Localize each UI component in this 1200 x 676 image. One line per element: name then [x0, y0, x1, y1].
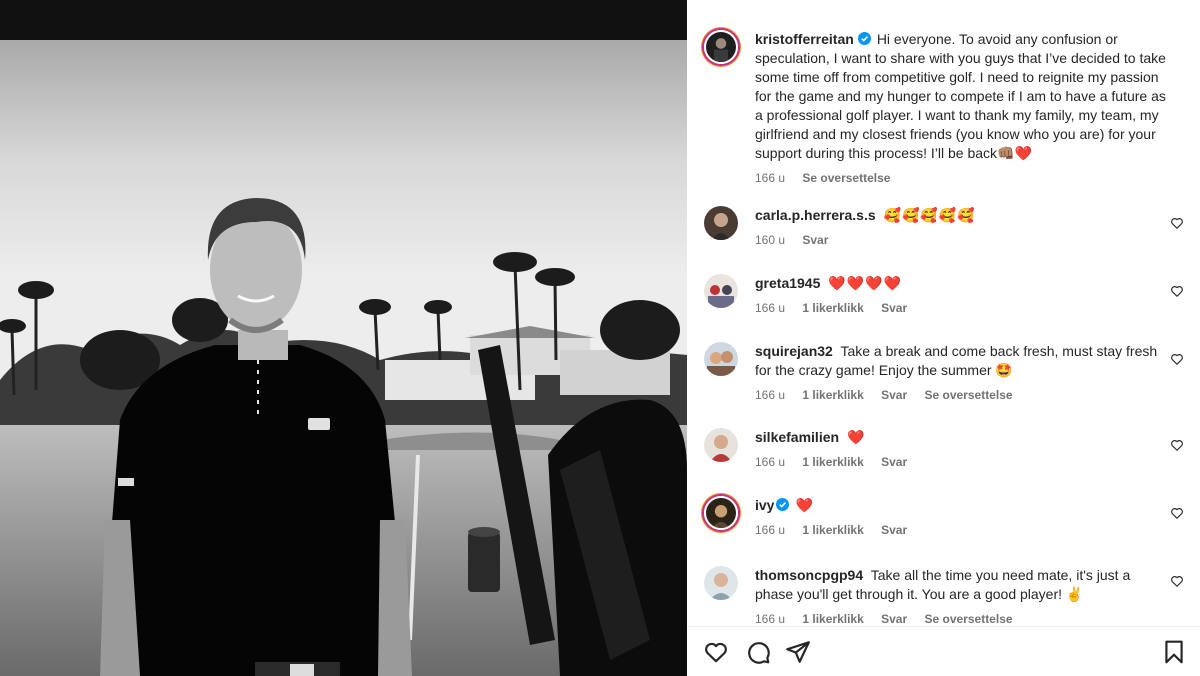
post-action-bar [687, 626, 1200, 676]
comment-time[interactable]: 166 u [755, 455, 785, 469]
commenter-avatar-image [704, 342, 738, 376]
comment-username[interactable]: ivy [755, 497, 774, 513]
commenter-avatar[interactable] [704, 566, 738, 600]
comment-meta: 166 u 1 likerklikk Svar [755, 523, 1167, 537]
comment-like-button[interactable] [1170, 284, 1184, 298]
commenter-avatar[interactable] [704, 496, 738, 530]
comment-body: carla.p.herrera.s.s 🥰🥰🥰🥰🥰 160 u Svar [755, 206, 1167, 247]
comment-meta: 160 u Svar [755, 233, 1167, 247]
comment-username[interactable]: thomsoncpgp94 [755, 567, 863, 583]
share-icon [786, 641, 810, 663]
comment-time[interactable]: 166 u [755, 612, 785, 626]
verified-badge-icon [776, 498, 790, 511]
verified-badge-icon [857, 32, 871, 45]
comment-username[interactable]: greta1945 [755, 275, 820, 291]
commenter-avatar[interactable] [704, 206, 738, 240]
comment-text: 🥰🥰🥰🥰🥰 [883, 207, 976, 223]
comment-reply-link[interactable]: Svar [881, 612, 907, 626]
comment-reply-link[interactable]: Svar [881, 388, 907, 402]
comment-text: ❤️❤️❤️❤️ [828, 275, 903, 291]
comment-time[interactable]: 166 u [755, 301, 785, 315]
comment-likes-count[interactable]: 1 likerklikk [802, 523, 863, 537]
caption-translate-link[interactable]: Se oversettelse [802, 171, 890, 185]
comment-text: ❤️ [795, 497, 813, 513]
like-button[interactable] [703, 639, 729, 665]
commenter-avatar-image [706, 498, 736, 528]
comment-like-button[interactable] [1170, 506, 1184, 520]
heart-icon [1171, 218, 1183, 229]
commenter-avatar[interactable] [704, 428, 738, 462]
heart-icon [1171, 576, 1183, 587]
comment-body: greta1945 ❤️❤️❤️❤️ 166 u 1 likerklikk Sv… [755, 274, 1167, 315]
post-image [0, 0, 687, 676]
comment-username[interactable]: squirejan32 [755, 343, 833, 359]
comment-likes-count[interactable]: 1 likerklikk [802, 455, 863, 469]
comment-meta: 166 u 1 likerklikk Svar [755, 301, 1167, 315]
commenter-avatar-image [704, 566, 738, 600]
comment-text: ❤️ [846, 429, 865, 445]
comment-likes-count[interactable]: 1 likerklikk [802, 301, 863, 315]
comment-time[interactable]: 166 u [755, 523, 785, 537]
comment-body: squirejan32 Take a break and come back f… [755, 342, 1167, 402]
commenter-avatar-image [704, 428, 738, 462]
commenter-avatar[interactable] [704, 342, 738, 376]
author-avatar[interactable] [704, 30, 738, 64]
comment-like-button[interactable] [1170, 574, 1184, 588]
commenter-avatar-image [704, 274, 738, 308]
caption-meta: 166 u Se oversettelse [755, 171, 1167, 185]
heart-icon [1171, 354, 1183, 365]
comment-time[interactable]: 160 u [755, 233, 785, 247]
commenter-avatar-image [704, 206, 738, 240]
comment-time[interactable]: 166 u [755, 388, 785, 402]
caption-time[interactable]: 166 u [755, 171, 785, 185]
comment-translate-link[interactable]: Se oversettelse [924, 612, 1012, 626]
comment-button[interactable] [745, 639, 771, 665]
comment-reply-link[interactable]: Svar [802, 233, 828, 247]
heart-icon [705, 642, 727, 663]
comment-like-button[interactable] [1170, 352, 1184, 366]
save-button[interactable] [1161, 639, 1187, 665]
author-avatar-image [706, 32, 736, 62]
comment-reply-link[interactable]: Svar [881, 301, 907, 315]
comment-icon [748, 642, 770, 664]
heart-icon [1171, 440, 1183, 451]
comment-body: thomsoncpgp94 Take all the time you need… [755, 566, 1167, 626]
comments-scroll-area[interactable]: kristofferreitan Hi everyone. To avoid an… [687, 0, 1200, 626]
heart-icon [1171, 508, 1183, 519]
comment-meta: 166 u 1 likerklikk Svar [755, 455, 1167, 469]
comment-reply-link[interactable]: Svar [881, 455, 907, 469]
caption-text: Hi everyone. To avoid any confusion or s… [755, 31, 1166, 161]
bookmark-icon [1165, 640, 1183, 664]
post-details-panel: kristofferreitan Hi everyone. To avoid an… [687, 0, 1200, 676]
comment-username[interactable]: silkefamilien [755, 429, 839, 445]
comment-reply-link[interactable]: Svar [881, 523, 907, 537]
comment-like-button[interactable] [1170, 216, 1184, 230]
comment-body: ivy ❤️ 166 u 1 likerklikk Svar [755, 496, 1167, 537]
comment-body: silkefamilien ❤️ 166 u 1 likerklikk Svar [755, 428, 1167, 469]
comment-username[interactable]: carla.p.herrera.s.s [755, 207, 876, 223]
author-username[interactable]: kristofferreitan [755, 31, 854, 47]
comment-translate-link[interactable]: Se oversettelse [924, 388, 1012, 402]
comment-likes-count[interactable]: 1 likerklikk [802, 388, 863, 402]
comment-like-button[interactable] [1170, 438, 1184, 452]
comment-meta: 166 u 1 likerklikk Svar Se oversettelse [755, 612, 1167, 626]
share-button[interactable] [785, 639, 811, 665]
caption-body: kristofferreitan Hi everyone. To avoid an… [755, 30, 1167, 185]
heart-icon [1171, 286, 1183, 297]
post-photo[interactable] [0, 0, 687, 676]
comment-likes-count[interactable]: 1 likerklikk [802, 612, 863, 626]
commenter-avatar[interactable] [704, 274, 738, 308]
comment-meta: 166 u 1 likerklikk Svar Se oversettelse [755, 388, 1167, 402]
